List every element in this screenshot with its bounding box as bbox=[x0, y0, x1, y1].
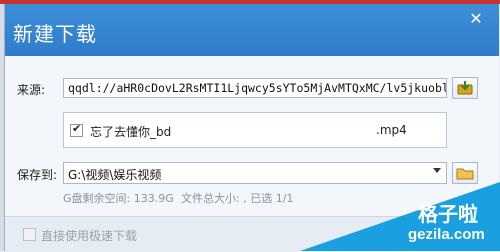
fast-download-checkbox[interactable] bbox=[23, 228, 36, 241]
folder-icon bbox=[456, 168, 474, 180]
dialog-title: 新建下载 bbox=[13, 22, 97, 46]
file-size-text: 文件总大小: , 已选 1/1 bbox=[181, 192, 294, 205]
title-bar[interactable]: 新建下载 ✕ bbox=[5, 4, 499, 56]
file-checkbox[interactable]: ✔ bbox=[70, 122, 83, 137]
fast-download-label: 直接使用极速下载 bbox=[41, 229, 138, 243]
file-name[interactable]: 忘了去懂你_bd bbox=[90, 123, 171, 140]
watermark-url: gezila.com bbox=[408, 226, 485, 243]
file-list: ✔ 忘了去懂你_bd .mp4 bbox=[63, 112, 447, 148]
source-label: 来源: bbox=[17, 83, 46, 97]
save-to-label: 保存到: bbox=[17, 168, 58, 182]
file-extension: .mp4 bbox=[376, 123, 407, 137]
browse-folder-button[interactable] bbox=[452, 162, 478, 184]
save-path-dropdown[interactable]: G:\视频\娱乐视频 bbox=[63, 162, 447, 184]
resource-button[interactable] bbox=[452, 77, 478, 99]
close-button[interactable]: ✕ bbox=[465, 10, 487, 28]
check-mark-icon: ✔ bbox=[72, 122, 82, 135]
chevron-down-icon[interactable] bbox=[433, 168, 441, 173]
resource-icon bbox=[457, 81, 473, 95]
free-space-text: G盘剩余空间: 133.9G bbox=[63, 192, 174, 205]
source-url-field[interactable]: qqdl://aHR0cDovL2RsMTI1Ljqwcy5sYTo5MjAvM… bbox=[63, 78, 447, 98]
watermark-text: 格子啦 bbox=[418, 202, 478, 226]
